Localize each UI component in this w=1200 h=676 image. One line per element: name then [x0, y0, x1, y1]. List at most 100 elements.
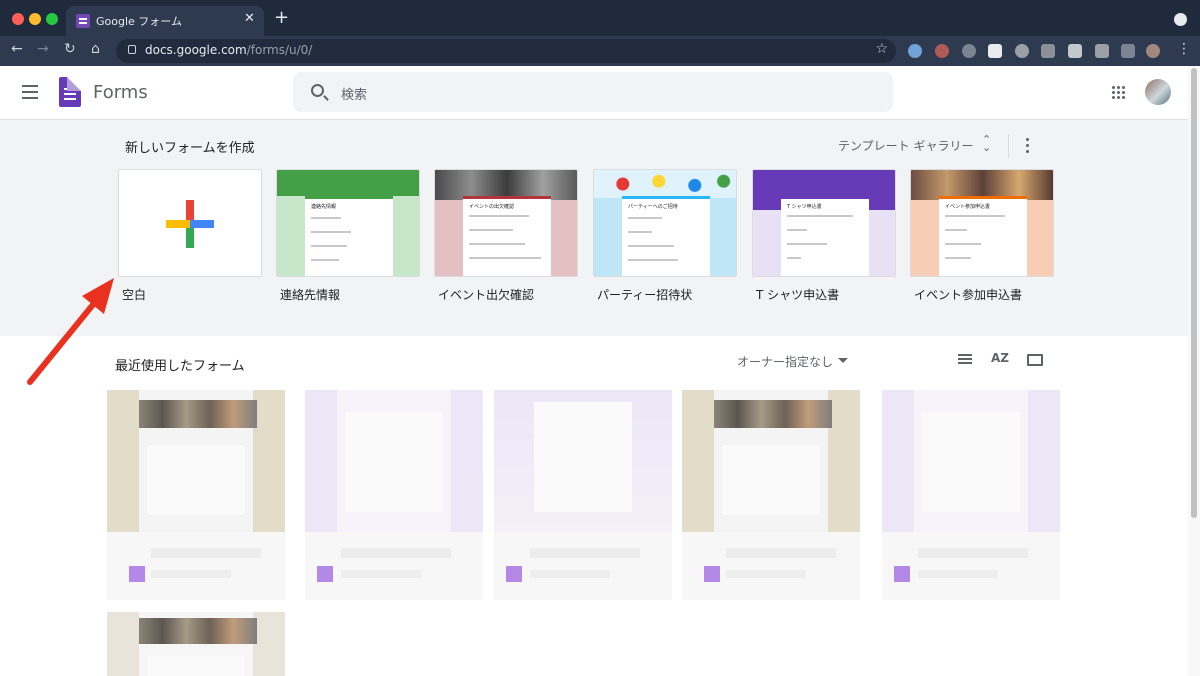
extension-6-icon[interactable]	[1068, 44, 1082, 58]
template-card-tshirt-signup[interactable]: T シャツ申込書	[752, 169, 896, 277]
template-preview-paper: 連絡先情報	[305, 196, 393, 276]
thumbnail-paper	[922, 412, 1020, 512]
search-input[interactable]: 検索	[293, 72, 893, 112]
template-header-image	[277, 170, 419, 196]
thumbnail-paper	[534, 402, 632, 512]
extension-1-icon[interactable]	[908, 44, 922, 58]
media-controls-icon[interactable]	[1121, 44, 1135, 58]
recent-form-card[interactable]	[107, 612, 285, 676]
account-avatar[interactable]	[1145, 79, 1171, 105]
reload-icon[interactable]: ↻	[64, 41, 76, 57]
app-title[interactable]: Forms	[93, 82, 148, 103]
preview-line	[311, 231, 351, 233]
forms-file-icon	[129, 566, 145, 582]
thumbnail-image	[714, 400, 832, 428]
forward-icon[interactable]: →	[37, 41, 49, 57]
preview-title: イベントの出欠確認	[469, 204, 515, 210]
preview-line	[469, 215, 529, 217]
address-bar[interactable]: docs.google.com/forms/u/0/ ☆	[116, 39, 896, 63]
extension-3-icon[interactable]	[988, 44, 1002, 58]
back-icon[interactable]: ←	[11, 41, 23, 57]
search-placeholder: 検索	[341, 88, 368, 103]
form-title-placeholder	[726, 548, 836, 558]
red-annotation-arrow	[27, 278, 114, 385]
template-label[interactable]: T シャツ申込書	[756, 286, 839, 303]
app-header: Forms 検索	[0, 66, 1188, 120]
sort-az-icon[interactable]: AZ	[991, 351, 1009, 365]
preview-line	[787, 229, 807, 231]
recent-form-card[interactable]	[882, 390, 1060, 600]
template-label[interactable]: 連絡先情報	[280, 286, 340, 303]
template-label[interactable]: イベント参加申込書	[914, 286, 1022, 303]
preview-title: T シャツ申込書	[787, 204, 822, 210]
recent-form-card[interactable]	[305, 390, 483, 600]
template-preview-paper: パーティーへのご招待	[622, 196, 710, 276]
template-preview-paper: イベント参加申込書	[939, 196, 1027, 276]
unfold-more-icon[interactable]: ⌃ ⌄	[982, 134, 991, 153]
forms-file-icon	[506, 566, 522, 582]
scrollbar-thumb[interactable]	[1191, 68, 1197, 518]
preview-line	[311, 259, 339, 261]
preview-line	[945, 229, 967, 231]
browser-profile-menu-icon[interactable]	[1174, 13, 1187, 26]
zoom-window-button[interactable]	[46, 13, 58, 25]
main-menu-icon[interactable]	[22, 85, 38, 99]
template-label[interactable]: パーティー招待状	[597, 286, 692, 303]
tab-close-icon[interactable]: ✕	[244, 11, 255, 26]
extension-gear-icon[interactable]	[962, 44, 976, 58]
url-text[interactable]: docs.google.com/forms/u/0/	[145, 43, 312, 57]
forms-file-icon	[894, 566, 910, 582]
browser-menu-icon[interactable]: ⋮	[1177, 41, 1191, 57]
template-card-party-invite[interactable]: パーティーへのご招待	[593, 169, 737, 277]
form-date-placeholder	[341, 570, 421, 578]
extension-4-icon[interactable]	[1015, 44, 1029, 58]
template-gallery-button[interactable]: テンプレート ギャラリー	[838, 137, 973, 154]
form-title-placeholder	[918, 548, 1028, 558]
template-preview-paper: イベントの出欠確認	[463, 196, 551, 276]
dropdown-arrow-icon[interactable]	[838, 358, 848, 363]
browser-avatar-icon[interactable]	[1146, 44, 1160, 58]
extension-5-icon[interactable]	[1041, 44, 1055, 58]
form-date-placeholder	[530, 570, 610, 578]
bookmark-star-icon[interactable]: ☆	[875, 41, 888, 57]
form-date-placeholder	[726, 570, 806, 578]
form-thumbnail	[107, 612, 285, 676]
forms-logo-icon[interactable]	[59, 77, 81, 107]
preview-line	[628, 231, 652, 233]
preview-title: パーティーへのご招待	[628, 204, 678, 210]
preview-title: 連絡先情報	[311, 204, 337, 210]
preview-line	[787, 243, 827, 245]
owner-filter-dropdown[interactable]: オーナー指定なし	[737, 353, 833, 370]
browser-tab-bar: Google フォーム ✕ +	[0, 0, 1200, 36]
home-icon[interactable]: ⌂	[91, 41, 100, 57]
page-scrollbar[interactable]	[1188, 66, 1200, 676]
form-card-meta	[682, 532, 860, 600]
preview-line	[945, 215, 1005, 217]
google-apps-icon[interactable]	[1112, 86, 1126, 100]
folder-icon[interactable]	[1027, 354, 1043, 366]
new-tab-button[interactable]: +	[274, 7, 289, 28]
template-card-event-rsvp[interactable]: イベントの出欠確認	[434, 169, 578, 277]
forms-file-icon	[704, 566, 720, 582]
close-window-button[interactable]	[12, 13, 24, 25]
form-title-placeholder	[530, 548, 640, 558]
template-card-contact-info[interactable]: 連絡先情報	[276, 169, 420, 277]
browser-toolbar: ← → ↻ ⌂ docs.google.com/forms/u/0/ ☆ ⋮	[0, 36, 1200, 66]
form-thumbnail	[882, 390, 1060, 532]
minimize-window-button[interactable]	[29, 13, 41, 25]
recent-form-card[interactable]	[682, 390, 860, 600]
browser-tab-google-forms[interactable]: Google フォーム ✕	[66, 6, 264, 36]
template-card-event-registration[interactable]: イベント参加申込書	[910, 169, 1054, 277]
extensions-puzzle-icon[interactable]	[1095, 44, 1109, 58]
search-icon[interactable]	[311, 84, 324, 97]
recent-form-card[interactable]	[494, 390, 672, 600]
extension-2-icon[interactable]	[935, 44, 949, 58]
list-view-icon[interactable]	[958, 354, 972, 365]
recent-form-card[interactable]	[107, 390, 285, 600]
template-label[interactable]: イベント出欠確認	[438, 286, 534, 303]
forms-favicon-icon	[76, 14, 90, 28]
template-label[interactable]: 空白	[122, 286, 146, 303]
more-vert-icon[interactable]	[1026, 138, 1030, 154]
template-card-blank[interactable]	[118, 169, 262, 277]
lock-icon	[128, 45, 136, 54]
